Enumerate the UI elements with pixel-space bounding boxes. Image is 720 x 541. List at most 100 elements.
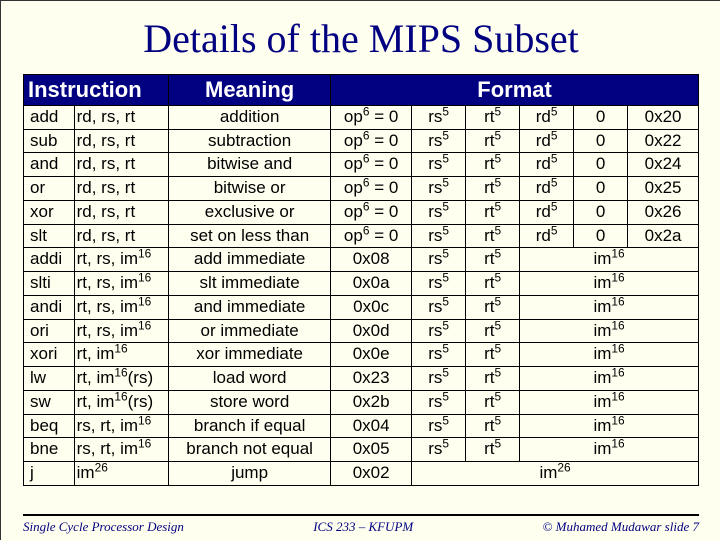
cell-format: rd5 bbox=[520, 177, 574, 201]
cell-format: rt5 bbox=[466, 367, 520, 391]
cell-mnemonic: slt bbox=[24, 224, 75, 248]
cell-format: 0x02 bbox=[331, 462, 412, 486]
cell-mnemonic: xori bbox=[24, 343, 75, 367]
cell-meaning: add immediate bbox=[169, 248, 331, 272]
cell-format: 0x0a bbox=[331, 272, 412, 296]
header-row: Instruction Meaning Format bbox=[24, 75, 699, 106]
cell-format: rt5 bbox=[466, 153, 520, 177]
cell-format: 0 bbox=[574, 200, 628, 224]
cell-format: rt5 bbox=[466, 129, 520, 153]
cell-operands: rd, rs, rt bbox=[74, 129, 169, 153]
cell-meaning: branch not equal bbox=[169, 438, 331, 462]
cell-mnemonic: bne bbox=[24, 438, 75, 462]
cell-format: rt5 bbox=[466, 390, 520, 414]
cell-format: rs5 bbox=[412, 153, 466, 177]
cell-format: 0 bbox=[574, 129, 628, 153]
cell-mnemonic: slti bbox=[24, 272, 75, 296]
cell-format: im16 bbox=[520, 343, 699, 367]
table-row: beqrs, rt, im16branch if equal0x04rs5rt5… bbox=[24, 414, 699, 438]
cell-format: im16 bbox=[520, 248, 699, 272]
cell-format: 0x08 bbox=[331, 248, 412, 272]
cell-mnemonic: and bbox=[24, 153, 75, 177]
table-row: andrd, rs, rtbitwise andop6 = 0rs5rt5rd5… bbox=[24, 153, 699, 177]
cell-format: im26 bbox=[412, 462, 699, 486]
cell-meaning: or immediate bbox=[169, 319, 331, 343]
cell-format: rt5 bbox=[466, 106, 520, 130]
cell-format: 0 bbox=[574, 106, 628, 130]
cell-meaning: slt immediate bbox=[169, 272, 331, 296]
mips-table: Instruction Meaning Format addrd, rs, rt… bbox=[23, 74, 699, 486]
cell-operands: rs, rt, im16 bbox=[74, 414, 169, 438]
hdr-meaning: Meaning bbox=[169, 75, 331, 106]
cell-format: 0x0d bbox=[331, 319, 412, 343]
cell-meaning: bitwise and bbox=[169, 153, 331, 177]
cell-operands: rt, im16 bbox=[74, 343, 169, 367]
cell-format: im16 bbox=[520, 390, 699, 414]
cell-format: op6 = 0 bbox=[331, 224, 412, 248]
cell-format: rt5 bbox=[466, 414, 520, 438]
cell-format: 0x0c bbox=[331, 295, 412, 319]
cell-format: 0x2b bbox=[331, 390, 412, 414]
cell-format: rs5 bbox=[412, 319, 466, 343]
cell-format: 0x22 bbox=[628, 129, 699, 153]
table-row: sltrd, rs, rtset on less thanop6 = 0rs5r… bbox=[24, 224, 699, 248]
cell-format: 0 bbox=[574, 153, 628, 177]
cell-meaning: and immediate bbox=[169, 295, 331, 319]
cell-format: rd5 bbox=[520, 106, 574, 130]
cell-mnemonic: lw bbox=[24, 367, 75, 391]
cell-format: rd5 bbox=[520, 153, 574, 177]
hdr-instruction: Instruction bbox=[24, 75, 169, 106]
cell-meaning: store word bbox=[169, 390, 331, 414]
cell-operands: rt, im16(rs) bbox=[74, 367, 169, 391]
table-row: bners, rt, im16branch not equal0x05rs5rt… bbox=[24, 438, 699, 462]
cell-format: rs5 bbox=[412, 272, 466, 296]
cell-operands: rd, rs, rt bbox=[74, 224, 169, 248]
cell-format: rt5 bbox=[466, 177, 520, 201]
cell-format: 0x25 bbox=[628, 177, 699, 201]
cell-meaning: set on less than bbox=[169, 224, 331, 248]
cell-format: op6 = 0 bbox=[331, 106, 412, 130]
cell-format: 0x26 bbox=[628, 200, 699, 224]
cell-format: rt5 bbox=[466, 295, 520, 319]
cell-format: rs5 bbox=[412, 200, 466, 224]
cell-format: rt5 bbox=[466, 200, 520, 224]
table-row: xorrd, rs, rtexclusive orop6 = 0rs5rt5rd… bbox=[24, 200, 699, 224]
cell-format: im16 bbox=[520, 272, 699, 296]
footer-left: Single Cycle Processor Design bbox=[23, 519, 184, 535]
cell-meaning: jump bbox=[169, 462, 331, 486]
cell-meaning: exclusive or bbox=[169, 200, 331, 224]
cell-mnemonic: or bbox=[24, 177, 75, 201]
cell-format: rs5 bbox=[412, 343, 466, 367]
cell-format: 0x20 bbox=[628, 106, 699, 130]
cell-mnemonic: add bbox=[24, 106, 75, 130]
cell-format: op6 = 0 bbox=[331, 129, 412, 153]
cell-format: im16 bbox=[520, 414, 699, 438]
cell-meaning: xor immediate bbox=[169, 343, 331, 367]
cell-format: 0x05 bbox=[331, 438, 412, 462]
title-band: Details of the MIPS Subset bbox=[1, 1, 720, 72]
cell-format: rd5 bbox=[520, 224, 574, 248]
footer-center: ICS 233 – KFUPM bbox=[313, 519, 413, 535]
cell-format: im16 bbox=[520, 319, 699, 343]
cell-format: rs5 bbox=[412, 438, 466, 462]
cell-mnemonic: sw bbox=[24, 390, 75, 414]
cell-operands: rd, rs, rt bbox=[74, 153, 169, 177]
table-row: swrt, im16(rs)store word0x2brs5rt5im16 bbox=[24, 390, 699, 414]
cell-meaning: addition bbox=[169, 106, 331, 130]
cell-format: rt5 bbox=[466, 248, 520, 272]
footer-right: © Muhamed Mudawar slide 7 bbox=[543, 519, 699, 535]
cell-format: rs5 bbox=[412, 177, 466, 201]
cell-format: rd5 bbox=[520, 129, 574, 153]
cell-operands: rd, rs, rt bbox=[74, 106, 169, 130]
cell-mnemonic: xor bbox=[24, 200, 75, 224]
cell-operands: rt, rs, im16 bbox=[74, 295, 169, 319]
cell-format: rt5 bbox=[466, 224, 520, 248]
table-wrap: Instruction Meaning Format addrd, rs, rt… bbox=[23, 74, 699, 486]
table-row: jim26jump0x02im26 bbox=[24, 462, 699, 486]
cell-format: rt5 bbox=[466, 319, 520, 343]
cell-operands: im26 bbox=[74, 462, 169, 486]
cell-operands: rt, im16(rs) bbox=[74, 390, 169, 414]
hdr-format: Format bbox=[331, 75, 699, 106]
cell-format: rt5 bbox=[466, 343, 520, 367]
cell-operands: rt, rs, im16 bbox=[74, 319, 169, 343]
